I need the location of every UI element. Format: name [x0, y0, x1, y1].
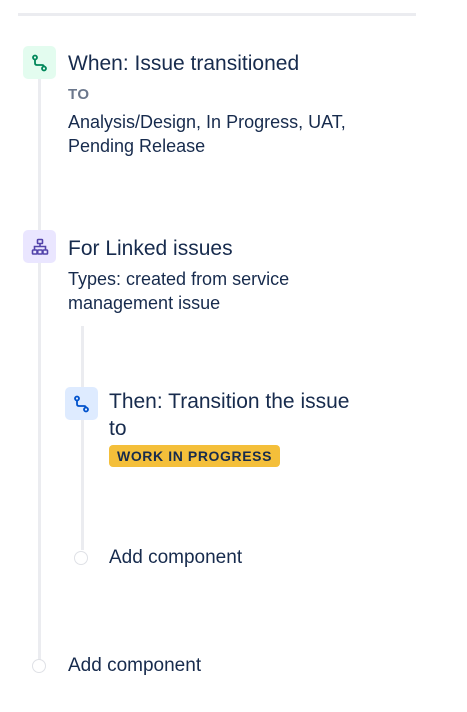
add-component-node-icon: [74, 551, 88, 565]
add-component-node-icon: [32, 659, 46, 673]
add-component-inner-button[interactable]: Add component: [74, 547, 242, 569]
branch-title[interactable]: For Linked issues: [68, 235, 233, 262]
branch-rule-rail: [81, 326, 84, 550]
status-lozenge: WORK IN PROGRESS: [109, 445, 281, 467]
trigger-title[interactable]: When: Issue transitioned: [68, 50, 299, 77]
branch-types-line1: Types: created from service: [68, 269, 290, 289]
branch-types-line2: management issue: [68, 293, 221, 313]
add-component-outer-button[interactable]: Add component: [32, 655, 201, 677]
action-title-line1[interactable]: Then: Transition the issue: [109, 388, 349, 415]
add-component-outer-label: Add component: [68, 655, 202, 676]
transition-icon: [23, 46, 56, 79]
top-divider: [18, 13, 416, 16]
trigger-to-label: TO: [68, 86, 90, 103]
trigger-statuses-line2: Pending Release: [68, 136, 206, 156]
action-title-line2[interactable]: to: [109, 415, 127, 442]
transition-icon: [65, 387, 98, 420]
main-rule-rail: [38, 78, 41, 660]
add-component-inner-label: Add component: [109, 547, 243, 568]
hierarchy-icon: [23, 230, 56, 263]
trigger-statuses-line1: Analysis/Design, In Progress, UAT,: [68, 112, 346, 132]
